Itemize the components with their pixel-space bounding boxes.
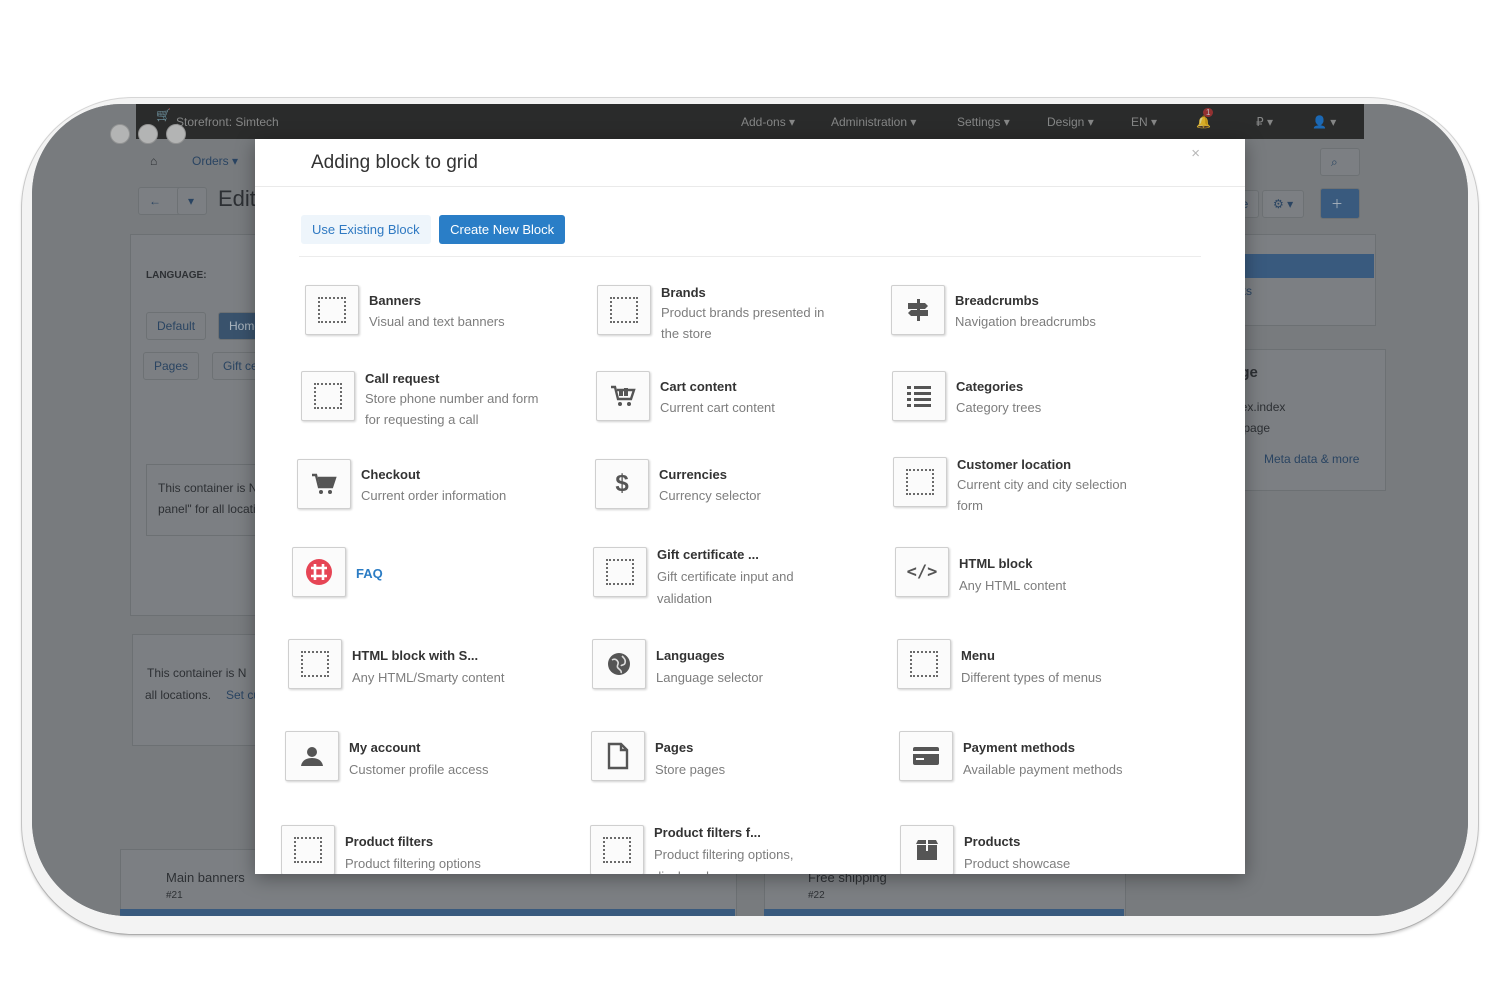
block-description: Navigation breadcrumbs <box>955 314 1096 329</box>
block-title: Cart content <box>660 379 737 394</box>
cart-full-icon <box>596 371 650 421</box>
block-title: Product filters f... <box>654 825 761 840</box>
block-product-filters-f[interactable]: Product filters f... Product filtering o… <box>590 825 850 874</box>
block-title: Gift certificate ... <box>657 547 759 562</box>
block-title: Customer location <box>957 457 1072 472</box>
block-title: My account <box>349 740 421 755</box>
block-title: Categories <box>956 379 1024 394</box>
cart-icon <box>297 459 351 509</box>
block-title: HTML block with S... <box>352 648 479 663</box>
block-title: Payment methods <box>963 740 1075 755</box>
block-description: Available payment methods <box>963 762 1123 777</box>
block-currencies[interactable]: $ Currencies Currency selector <box>595 459 855 519</box>
block-products[interactable]: Products Product showcase <box>900 825 1180 874</box>
block-checkout[interactable]: Checkout Current order information <box>297 459 557 519</box>
block-pages[interactable]: Pages Store pages <box>591 731 851 791</box>
block-title: FAQ <box>356 566 383 581</box>
divider <box>299 256 1201 257</box>
block-description: Any HTML content <box>959 578 1067 593</box>
placeholder-icon <box>288 639 342 689</box>
placeholder-icon <box>281 825 335 874</box>
block-description: Current order information <box>361 488 507 503</box>
placeholder-icon <box>301 371 355 421</box>
block-customer-location[interactable]: Customer location Current city and city … <box>893 457 1173 517</box>
block-description: Different types of menus <box>961 670 1102 685</box>
block-html[interactable]: </> HTML block Any HTML content <box>895 547 1175 607</box>
block-product-filters[interactable]: Product filters Product filtering option… <box>281 825 541 874</box>
box-icon <box>900 825 954 874</box>
block-cart-content[interactable]: Cart content Current cart content <box>596 371 856 431</box>
block-description: Currency selector <box>659 488 761 503</box>
add-block-modal: Adding block to grid × Use Existing Bloc… <box>255 139 1245 874</box>
faq-logo-icon <box>292 547 346 597</box>
list-icon <box>892 371 946 421</box>
block-description: Product filtering options, displayed <box>654 847 794 874</box>
card-icon <box>899 731 953 781</box>
block-description: Store pages <box>655 762 726 777</box>
block-my-account[interactable]: My account Customer profile access <box>285 731 545 791</box>
block-title: Products <box>964 834 1021 849</box>
block-gift-certificate[interactable]: Gift certificate ... Gift certificate in… <box>593 547 853 607</box>
modal-header: Adding block to grid × <box>255 139 1245 187</box>
close-icon[interactable]: × <box>1191 145 1200 162</box>
block-menu[interactable]: Menu Different types of menus <box>897 639 1177 699</box>
block-title: Currencies <box>659 467 727 482</box>
block-breadcrumbs[interactable]: Breadcrumbs Navigation breadcrumbs <box>891 285 1171 345</box>
placeholder-icon <box>893 457 947 507</box>
placeholder-icon <box>897 639 951 689</box>
block-brands[interactable]: Brands Product brands presented in the s… <box>597 285 857 345</box>
block-title: Brands <box>661 285 706 300</box>
block-title: HTML block <box>959 556 1033 571</box>
block-faq[interactable]: FAQ <box>292 547 552 607</box>
placeholder-icon <box>597 285 651 335</box>
code-icon: </> <box>895 547 949 597</box>
block-title: Menu <box>961 648 995 663</box>
block-description: Visual and text banners <box>369 314 505 329</box>
modal-tabs: Use Existing Block Create New Block <box>301 215 569 244</box>
block-title: Banners <box>369 293 422 308</box>
block-title: Languages <box>656 648 725 663</box>
block-title: Breadcrumbs <box>955 293 1039 308</box>
block-description: Category trees <box>956 400 1042 415</box>
block-payment-methods[interactable]: Payment methods Available payment method… <box>899 731 1179 791</box>
block-languages[interactable]: Languages Language selector <box>592 639 852 699</box>
block-description: Customer profile access <box>349 762 489 777</box>
placeholder-icon <box>593 547 647 597</box>
block-html-smarty[interactable]: HTML block with S... Any HTML/Smarty con… <box>288 639 548 699</box>
dollar-icon: $ <box>595 459 649 509</box>
user-icon <box>285 731 339 781</box>
block-title: Checkout <box>361 467 421 482</box>
block-description: Product brands presented in the store <box>661 305 825 341</box>
block-description: Any HTML/Smarty content <box>352 670 505 685</box>
modal-title: Adding block to grid <box>311 152 478 173</box>
block-description: Current cart content <box>660 400 775 415</box>
block-description: Product showcase <box>964 856 1071 871</box>
tab-create-new[interactable]: Create New Block <box>439 215 566 244</box>
block-description: Language selector <box>656 670 763 685</box>
placeholder-icon <box>590 825 644 874</box>
block-description: Product filtering options <box>345 856 481 871</box>
placeholder-icon <box>305 285 359 335</box>
block-title: Call request <box>365 371 440 386</box>
block-description: Store phone number and form for requesti… <box>365 391 539 427</box>
globe-icon <box>592 639 646 689</box>
block-banners[interactable]: Banners Visual and text banners <box>305 285 565 345</box>
block-categories[interactable]: Categories Category trees <box>892 371 1172 431</box>
block-call-request[interactable]: Call request Store phone number and form… <box>301 371 561 431</box>
block-description: Gift certificate input and validation <box>657 569 794 606</box>
page-icon <box>591 731 645 781</box>
signpost-icon <box>891 285 945 335</box>
block-title: Product filters <box>345 834 434 849</box>
block-description: Current city and city selection form <box>957 477 1127 513</box>
tab-use-existing[interactable]: Use Existing Block <box>301 215 431 244</box>
block-title: Pages <box>655 740 694 755</box>
